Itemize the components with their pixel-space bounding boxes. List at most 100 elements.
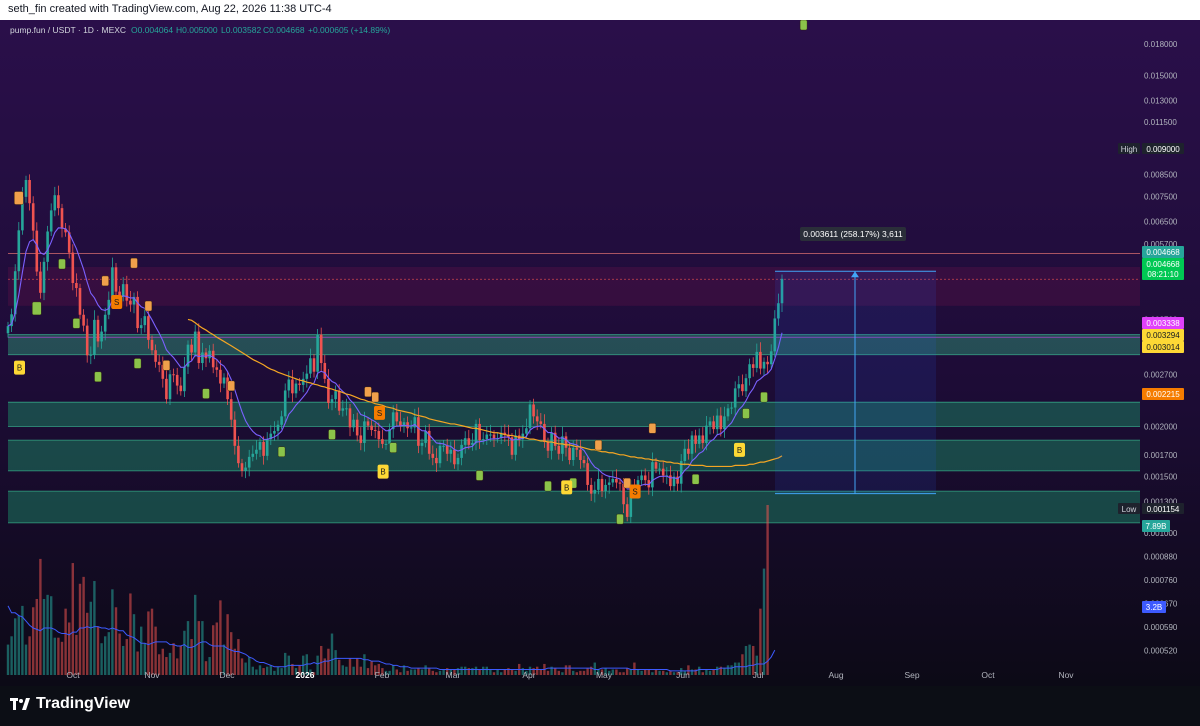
volume-bar — [68, 622, 71, 675]
candle-body — [449, 449, 453, 454]
volume-bar — [316, 655, 319, 675]
candle-body — [154, 350, 157, 362]
candle-body — [661, 468, 665, 476]
candle-body — [172, 374, 175, 376]
volume-bar — [190, 639, 193, 675]
candle-body — [442, 445, 445, 447]
candle-body — [492, 434, 496, 439]
volume-bar — [136, 651, 139, 675]
volume-bar — [626, 668, 629, 675]
candle-body — [204, 352, 208, 359]
last-price: 0.004668 — [1146, 248, 1180, 257]
candle-body — [240, 463, 244, 471]
volume-bar — [176, 658, 179, 675]
candle-body — [193, 331, 197, 353]
volume-bar — [572, 670, 575, 675]
volume-bar — [348, 658, 352, 675]
candle-body — [456, 457, 460, 465]
candle-body — [589, 484, 593, 494]
volume-bar — [111, 589, 114, 675]
candle-body — [373, 430, 377, 432]
volume-bar — [716, 666, 719, 675]
price-tick-label: 0.008500 — [1144, 171, 1178, 180]
candle-body — [597, 478, 600, 490]
volume-bar — [464, 666, 467, 675]
candle-body — [615, 478, 618, 483]
volume-bar — [392, 665, 395, 675]
candle-body — [111, 267, 114, 300]
candle-body — [719, 415, 723, 430]
candle-body — [431, 453, 435, 458]
volume-bar — [485, 666, 488, 675]
volume-bar — [442, 669, 445, 675]
volume-bar — [561, 672, 564, 675]
candle-body — [485, 434, 489, 440]
price-tick-label: 0.013000 — [1144, 97, 1178, 106]
candle-body — [157, 361, 161, 365]
chart-stage[interactable]: S S S B B B B 0.018000 0.015000 0.013000 0.011500… — [0, 19, 1200, 686]
candle-body — [539, 421, 543, 424]
candle-body — [57, 195, 60, 209]
time-tick-label: Dec — [219, 670, 235, 680]
candle-body — [625, 504, 629, 517]
volume-bar — [417, 668, 420, 675]
candle-body — [78, 288, 82, 315]
volume-bar — [737, 662, 740, 675]
candle-body — [229, 399, 233, 420]
sell-signal-marker — [227, 380, 235, 392]
buy-signal-letter: B — [564, 483, 569, 492]
volume-bar — [53, 637, 56, 675]
candle-body — [463, 438, 467, 445]
candle-body — [733, 388, 737, 408]
legend-close: C0.004668 — [263, 25, 305, 35]
tradingview-logo[interactable]: TradingView — [10, 695, 130, 713]
price-chart[interactable]: S S S B B B B 0.018000 0.015000 0.013000 0.011500… — [0, 19, 1200, 686]
volume-bar — [712, 669, 715, 675]
volume-bar — [370, 661, 373, 675]
volume-bar — [690, 669, 694, 675]
buy-signal-marker — [742, 408, 750, 419]
volume-bar — [179, 645, 182, 675]
volume-bar — [723, 668, 726, 675]
sell-signal-marker — [14, 191, 24, 205]
volume-bar — [478, 669, 481, 675]
volume-bar — [50, 596, 53, 675]
sell-signal-letter: S — [114, 298, 119, 307]
buy-signal-marker — [328, 429, 336, 440]
candle-body — [445, 445, 449, 454]
volume-bar — [75, 634, 78, 675]
candle-body — [298, 383, 301, 385]
volume-bar — [212, 625, 215, 675]
volume-bar — [363, 654, 366, 675]
volume-bar — [96, 626, 100, 675]
candle-body — [244, 467, 247, 471]
volume-bar — [579, 670, 582, 675]
volume-bar — [546, 670, 550, 675]
volume-bar — [244, 662, 247, 675]
volume-bar — [114, 607, 118, 675]
candle-body — [150, 339, 154, 351]
volume-bar — [431, 670, 434, 675]
volume-bar — [705, 669, 708, 675]
buy-signal-marker — [691, 474, 700, 485]
volume-bar — [420, 669, 424, 675]
volume-bar — [161, 648, 164, 675]
volume-bar — [741, 654, 744, 675]
volume-bar — [651, 672, 654, 675]
candle-body — [715, 415, 719, 430]
volume-bar — [345, 666, 348, 675]
volume-bar — [672, 672, 676, 675]
candle-body — [748, 364, 751, 379]
candle-body — [201, 352, 204, 364]
candle-body — [481, 439, 485, 441]
candle-body — [53, 195, 57, 211]
low-tag: Low — [1122, 505, 1137, 514]
price-tick-label: 0.002700 — [1144, 370, 1178, 379]
volume-bar — [539, 669, 542, 675]
volume-bar — [197, 621, 200, 675]
time-tick-label: Nov — [144, 670, 160, 680]
volume-bar — [129, 593, 132, 675]
sell-signal-marker — [371, 391, 379, 403]
volume-bar — [168, 652, 172, 675]
candle-body — [352, 419, 355, 428]
